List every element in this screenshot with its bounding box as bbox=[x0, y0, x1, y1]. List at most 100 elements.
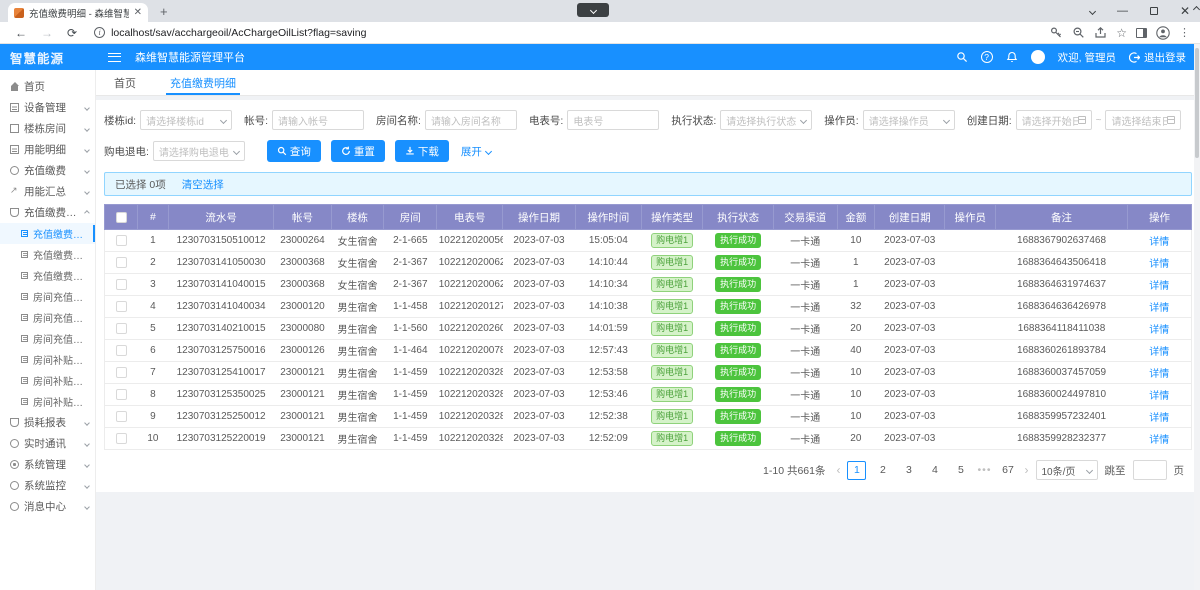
tab-dropdown-button[interactable] bbox=[577, 3, 609, 17]
page-number[interactable]: 4 bbox=[925, 461, 944, 480]
site-info-icon[interactable]: i bbox=[94, 27, 105, 38]
key-icon[interactable] bbox=[1050, 26, 1063, 39]
detail-link[interactable]: 详情 bbox=[1149, 237, 1169, 248]
minimize-button[interactable]: — bbox=[1117, 5, 1128, 17]
sidebar-item-active[interactable]: 充值缴费明细 bbox=[0, 223, 95, 244]
browser-tab[interactable]: 充值缴费明细 - 森维智慧能源管 ✕ bbox=[8, 3, 148, 22]
search-button[interactable]: 查询 bbox=[267, 140, 321, 162]
tab-home[interactable]: 首页 bbox=[114, 70, 136, 95]
filter-input[interactable]: 电表号 bbox=[567, 110, 659, 130]
sidebar-item[interactable]: 房间补贴日报 bbox=[0, 349, 95, 370]
row-checkbox[interactable] bbox=[116, 323, 127, 334]
logout-button[interactable]: 退出登录 bbox=[1129, 50, 1186, 65]
purchase-refund-select[interactable]: 请选择购电退电 bbox=[153, 141, 245, 161]
profile-avatar-icon[interactable] bbox=[1156, 26, 1170, 40]
detail-link[interactable]: 详情 bbox=[1149, 325, 1169, 336]
zoom-icon[interactable] bbox=[1072, 26, 1085, 39]
detail-link[interactable]: 详情 bbox=[1149, 413, 1169, 424]
page-number[interactable]: 67 bbox=[999, 461, 1018, 480]
back-icon[interactable]: ← bbox=[15, 26, 27, 40]
end-date-input[interactable]: 请选择结束日期 bbox=[1105, 110, 1181, 130]
row-checkbox[interactable] bbox=[116, 257, 127, 268]
page-size-select[interactable]: 10条/页 bbox=[1036, 460, 1098, 480]
select-all-checkbox[interactable] bbox=[116, 212, 127, 223]
share-icon[interactable] bbox=[1094, 26, 1107, 39]
filter-input[interactable]: 请输入房间名称 bbox=[425, 110, 517, 130]
detail-link[interactable]: 详情 bbox=[1149, 281, 1169, 292]
jump-page-input[interactable] bbox=[1133, 460, 1167, 480]
sidebar-item[interactable]: 充值缴费提示记录 bbox=[0, 265, 95, 286]
row-checkbox[interactable] bbox=[116, 235, 127, 246]
sidebar-item[interactable]: 实时通讯 bbox=[0, 433, 95, 454]
row-checkbox[interactable] bbox=[116, 301, 127, 312]
page-scrollbar[interactable] bbox=[1194, 44, 1200, 590]
clear-selection-link[interactable]: 清空选择 bbox=[182, 177, 224, 192]
sidebar-item[interactable]: 损耗报表 bbox=[0, 412, 95, 433]
sidebar-item[interactable]: 房间充值缴费年报 bbox=[0, 328, 95, 349]
sidebar-item[interactable]: 房间充值缴费日报 bbox=[0, 286, 95, 307]
prev-page-icon[interactable]: ‹ bbox=[836, 463, 840, 477]
detail-link[interactable]: 详情 bbox=[1149, 369, 1169, 380]
detail-link[interactable]: 详情 bbox=[1149, 435, 1169, 446]
close-window-button[interactable]: ✕ bbox=[1180, 4, 1190, 18]
filter-input[interactable]: 请输入帐号 bbox=[272, 110, 364, 130]
tab-close-icon[interactable]: ✕ bbox=[134, 8, 142, 18]
room-number: 1-1-464 bbox=[384, 340, 437, 362]
sidebar-item[interactable]: 房间充值缴费月报 bbox=[0, 307, 95, 328]
detail-link[interactable]: 详情 bbox=[1149, 259, 1169, 270]
maximize-button[interactable] bbox=[1150, 7, 1158, 15]
bookmark-star-icon[interactable]: ☆ bbox=[1116, 27, 1127, 39]
detail-link[interactable]: 详情 bbox=[1149, 303, 1169, 314]
row-checkbox[interactable] bbox=[116, 411, 127, 422]
next-page-icon[interactable]: › bbox=[1025, 463, 1029, 477]
reset-button[interactable]: 重置 bbox=[331, 140, 385, 162]
forward-icon[interactable]: → bbox=[41, 26, 53, 40]
row-checkbox[interactable] bbox=[116, 345, 127, 356]
menu-collapse-icon[interactable] bbox=[108, 53, 121, 62]
sidebar-item[interactable]: 充值缴费明细报表 bbox=[0, 244, 95, 265]
chevron-up-icon[interactable] bbox=[1193, 6, 1200, 13]
page-number[interactable]: 2 bbox=[873, 461, 892, 480]
sidebar-item[interactable]: 楼栋房间 bbox=[0, 118, 95, 139]
start-date-input[interactable]: 请选择开始日期 bbox=[1016, 110, 1092, 130]
side-panel-icon[interactable] bbox=[1136, 28, 1147, 38]
tab-search-icon[interactable] bbox=[1089, 7, 1096, 14]
energy-detail-icon bbox=[10, 145, 19, 154]
url-text[interactable]: localhost/sav/acchargeoil/AcChargeOilLis… bbox=[111, 27, 1050, 39]
row-checkbox[interactable] bbox=[116, 389, 127, 400]
user-avatar[interactable] bbox=[1031, 50, 1045, 64]
sidebar-item[interactable]: 系统监控 bbox=[0, 475, 95, 496]
reload-icon[interactable]: ⟳ bbox=[67, 26, 77, 40]
row-checkbox[interactable] bbox=[116, 279, 127, 290]
sidebar-item[interactable]: 房间补贴月报 bbox=[0, 370, 95, 391]
filter-select[interactable]: 请选择楼栋id bbox=[140, 110, 232, 130]
new-tab-button[interactable]: + bbox=[160, 4, 168, 19]
filter-select[interactable]: 请选择执行状态 bbox=[720, 110, 812, 130]
sidebar-item[interactable]: 充值缴费报表 bbox=[0, 202, 95, 223]
page-number[interactable]: 3 bbox=[899, 461, 918, 480]
help-icon[interactable]: ? bbox=[981, 51, 993, 63]
scrollbar-thumb[interactable] bbox=[1195, 48, 1199, 158]
sidebar-item[interactable]: 用能明细 bbox=[0, 139, 95, 160]
expand-link[interactable]: 展开 bbox=[461, 144, 491, 159]
bell-icon[interactable] bbox=[1006, 51, 1018, 63]
detail-link[interactable]: 详情 bbox=[1149, 347, 1169, 358]
sidebar-item[interactable]: 充值缴费 bbox=[0, 160, 95, 181]
sidebar-item-label: 房间补贴月报 bbox=[33, 373, 89, 388]
sidebar-item[interactable]: 设备管理 bbox=[0, 97, 95, 118]
detail-link[interactable]: 详情 bbox=[1149, 391, 1169, 402]
sidebar-item[interactable]: 用能汇总 bbox=[0, 181, 95, 202]
row-checkbox[interactable] bbox=[116, 433, 127, 444]
header-search-icon[interactable] bbox=[956, 51, 968, 63]
row-checkbox[interactable] bbox=[116, 367, 127, 378]
sidebar-item[interactable]: 系统管理 bbox=[0, 454, 95, 475]
page-number[interactable]: 5 bbox=[951, 461, 970, 480]
sidebar-item[interactable]: 消息中心 bbox=[0, 496, 95, 517]
filter-select[interactable]: 请选择操作员 bbox=[863, 110, 955, 130]
page-number[interactable]: 1 bbox=[847, 461, 866, 480]
browser-menu-icon[interactable]: ⋮ bbox=[1179, 26, 1190, 39]
sidebar-item[interactable]: 首页 bbox=[0, 76, 95, 97]
sidebar-item[interactable]: 房间补贴年报 bbox=[0, 391, 95, 412]
tab-recharge-detail[interactable]: 充值缴费明细 bbox=[170, 70, 236, 95]
download-button[interactable]: 下载 bbox=[395, 140, 449, 162]
